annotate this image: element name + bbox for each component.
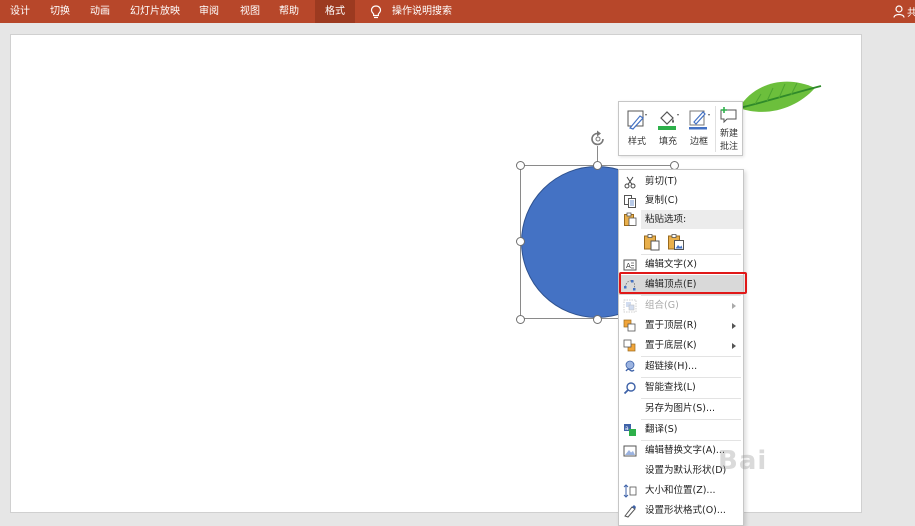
tab-review[interactable]: 审阅: [199, 0, 219, 23]
menu-label-translate: 翻译(S): [645, 424, 678, 435]
copy-icon: [624, 195, 636, 208]
text-box-icon: A: [623, 259, 637, 271]
menu-item-smart-lookup[interactable]: 智能查找(L): [619, 378, 743, 398]
menu-label-hyperlink: 超链接(H)...: [645, 361, 698, 372]
rotate-handle-icon[interactable]: [588, 130, 608, 148]
mini-toolbar: 样式 填充 边框 新建 批注: [618, 101, 743, 156]
menu-label-copy: 复制(C): [645, 195, 679, 206]
menu-label-size-position: 大小和位置(Z)...: [645, 485, 716, 496]
paste-options-label: 粘贴选项:: [645, 214, 687, 225]
highlight-annotation-box: [619, 272, 747, 294]
tell-me-label: 操作说明搜索: [392, 6, 452, 17]
account-share[interactable]: 共: [893, 4, 915, 20]
menu-item-size-position[interactable]: 大小和位置(Z)...: [619, 481, 743, 501]
new-comment-label-1: 新建: [719, 129, 738, 139]
tab-animations[interactable]: 动画: [90, 0, 110, 23]
svg-text:A: A: [626, 262, 631, 270]
scissors-icon: [624, 176, 636, 189]
menu-item-copy[interactable]: 复制(C): [619, 191, 743, 211]
new-comment-label-2: 批注: [719, 142, 738, 152]
fill-label: 填充: [658, 137, 677, 147]
watermark: Bai: [718, 446, 768, 476]
new-comment-button[interactable]: 新建 批注: [716, 102, 742, 155]
menu-label-cut: 剪切(T): [645, 176, 678, 187]
menu-item-cut[interactable]: 剪切(T): [619, 172, 743, 192]
menu-label-format-shape: 设置形状格式(O)...: [645, 505, 726, 516]
outline-button[interactable]: 边框: [685, 102, 713, 155]
menu-item-send-to-back[interactable]: 置于底层(K): [619, 336, 743, 356]
shape-style-icon: [627, 110, 647, 130]
group-icon: [623, 299, 637, 313]
fill-bucket-icon: [658, 111, 679, 130]
tab-transitions[interactable]: 切换: [50, 0, 70, 23]
account-label: 共: [907, 8, 915, 19]
fill-button[interactable]: 填充: [654, 102, 682, 155]
size-position-icon: [623, 484, 637, 498]
menu-label-save-as-picture: 另存为图片(S)...: [645, 403, 716, 414]
paste-options-header: 粘贴选项:: [641, 210, 743, 229]
send-to-back-icon: [623, 339, 636, 352]
format-shape-icon: [624, 505, 636, 518]
resize-handle-left[interactable]: [516, 237, 525, 246]
resize-handle-top[interactable]: [593, 161, 602, 170]
translate-icon: a: [624, 424, 636, 436]
clipboard-icon: [624, 212, 637, 226]
svg-text:a: a: [625, 425, 629, 432]
menu-label-smart-lookup: 智能查找(L): [645, 382, 696, 393]
style-label: 样式: [627, 137, 646, 147]
menu-item-hyperlink[interactable]: 超链接(H)...: [619, 357, 743, 377]
lightbulb-icon: [370, 5, 382, 19]
link-icon: [625, 360, 635, 372]
paste-keep-format-icon[interactable]: [643, 233, 661, 251]
tab-format[interactable]: 格式: [315, 0, 355, 23]
submenu-arrow-icon: [732, 323, 736, 329]
menu-item-bring-to-front[interactable]: 置于顶层(R): [619, 316, 743, 336]
tab-view[interactable]: 视图: [240, 0, 260, 23]
menu-label-group: 组合(G): [645, 300, 679, 311]
submenu-arrow-icon: [732, 343, 736, 349]
menu-item-group[interactable]: 组合(G): [619, 296, 743, 316]
resize-handle-top-left[interactable]: [516, 161, 525, 170]
rotate-stem: [597, 146, 598, 162]
tab-design[interactable]: 设计: [10, 0, 30, 23]
alt-text-icon: [623, 445, 637, 457]
bring-to-front-icon: [623, 319, 636, 332]
menu-item-format-shape[interactable]: 设置形状格式(O)...: [619, 501, 743, 521]
tab-slideshow[interactable]: 幻灯片放映: [130, 0, 180, 23]
person-icon: [893, 5, 905, 18]
tab-help[interactable]: 帮助: [279, 0, 299, 23]
paste-as-picture-icon[interactable]: [667, 233, 685, 251]
resize-handle-bottom-left[interactable]: [516, 315, 525, 324]
menu-label-send-to-back: 置于底层(K): [645, 340, 697, 351]
submenu-arrow-icon: [732, 303, 736, 309]
menu-label-bring-to-front: 置于顶层(R): [645, 320, 698, 331]
outline-label: 边框: [689, 137, 708, 147]
pen-outline-icon: [689, 110, 710, 130]
comment-add-icon: [720, 107, 737, 124]
resize-handle-bottom[interactable]: [593, 315, 602, 324]
ribbon-tab-bar: 设计 切换 动画 幻灯片放映 审阅 视图 帮助 格式 操作说明搜索 共: [0, 0, 915, 23]
menu-label-edit-alt-text: 编辑替换文字(A)...: [645, 445, 725, 456]
leaf-image[interactable]: [735, 74, 823, 118]
menu-label-set-default-shape: 设置为默认形状(D): [645, 465, 727, 476]
search-icon: [623, 382, 636, 395]
style-button[interactable]: 样式: [623, 102, 651, 155]
menu-item-translate[interactable]: a 翻译(S): [619, 420, 743, 440]
menu-item-save-as-picture[interactable]: 另存为图片(S)...: [619, 399, 743, 419]
